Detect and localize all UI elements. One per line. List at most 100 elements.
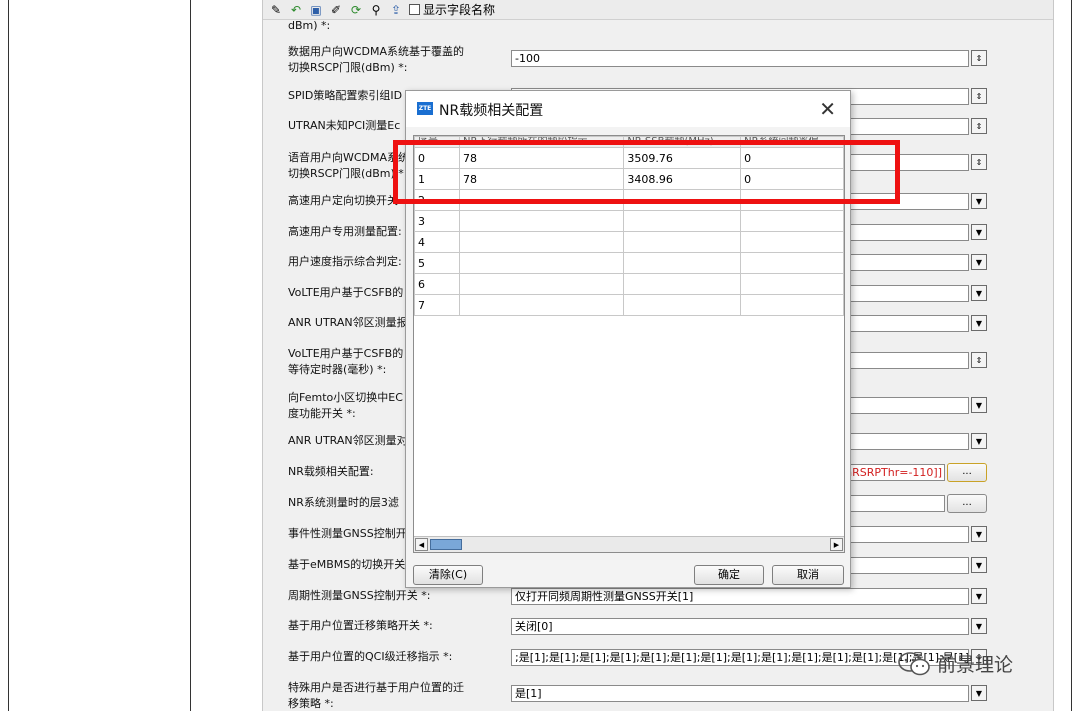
field-label: ANR UTRAN邻区测量对 [288,434,408,447]
cell-ssb-freq[interactable] [623,294,742,316]
wechat-icon [898,651,930,675]
show-field-name-label: 显示字段名称 [423,3,496,17]
export-icon[interactable]: ⇪ [389,3,403,17]
close-icon[interactable]: ✕ [819,97,836,121]
field-label: 基于eMBMS的切换开关 [288,558,406,571]
nr-config-ellipsis-button[interactable]: ... [947,463,987,482]
field-label: dBm) *: [288,19,331,32]
cell-freq-offset[interactable] [740,210,844,232]
field-label-line2: 移策略 *: [288,697,334,710]
table-row[interactable]: 6 [414,273,844,295]
cell-band[interactable] [459,231,625,253]
cell-freq-offset[interactable] [740,252,844,274]
horizontal-scrollbar[interactable]: ◀ ▶ [414,536,844,552]
chevron-down-icon[interactable]: ▼ [971,526,987,542]
watermark-text: 前景理论 [937,654,1014,676]
page-border-right [1071,0,1072,711]
highlight-annotation-box [393,140,900,204]
field-label: 向Femto小区切换中EC [288,391,403,404]
chevron-down-icon[interactable]: ▼ [971,254,987,270]
ok-button[interactable]: 确定 [694,565,764,585]
field-label: VoLTE用户基于CSFB的 [288,347,404,360]
field-label: 基于用户位置的QCI级迁移指示 *: [288,650,453,663]
chevron-down-icon[interactable]: ▼ [971,433,987,449]
spinner-icon[interactable]: ⇕ [971,154,987,170]
toolbar: ✎ ↶ ▣ ✐ ⟳ ⚲ ⇪ 显示字段名称 [263,0,1053,20]
chevron-down-icon[interactable]: ▼ [971,618,987,634]
cell-band[interactable] [459,210,625,232]
cell-freq-offset[interactable] [740,294,844,316]
undo-icon[interactable]: ↶ [289,3,303,17]
field-label: 数据用户向WCDMA系统基于覆盖的 [288,45,465,58]
edit-icon[interactable]: ✎ [269,3,283,17]
table-row[interactable]: 5 [414,252,844,274]
rscp-threshold-input[interactable]: -100 [511,50,969,67]
chevron-down-icon[interactable]: ▼ [971,315,987,331]
table-row[interactable]: 7 [414,294,844,316]
cell-ssb-freq[interactable] [623,273,742,295]
checkbox-box[interactable] [409,4,420,15]
cell-band[interactable] [459,273,625,295]
spinner-icon[interactable]: ⇕ [971,118,987,134]
chevron-down-icon[interactable]: ▼ [971,285,987,301]
field-label-line2: 度功能开关 *: [288,407,356,420]
edit-document-icon[interactable]: ✐ [329,3,343,17]
field-label-line2: 等待定时器(毫秒) *: [288,363,387,376]
field-label: 语音用户向WCDMA系统 [288,151,410,164]
chevron-down-icon[interactable]: ▼ [971,224,987,240]
chevron-down-icon[interactable]: ▼ [971,397,987,413]
spinner-icon[interactable]: ⇕ [971,352,987,368]
scrollbar-thumb[interactable] [430,539,462,550]
page-border-left [8,0,9,711]
field-label: ANR UTRAN邻区测量报 [288,316,408,329]
special-user-select[interactable]: 是[1] [511,685,969,702]
location-migration-select[interactable]: 关闭[0] [511,618,969,635]
field-label: 特殊用户是否进行基于用户位置的迁 [288,681,464,694]
chevron-down-icon[interactable]: ▼ [971,588,987,604]
field-label: SPID策略配置索引组ID [288,89,403,102]
page-column-divider [190,0,191,711]
zte-logo-icon: ZTE [417,102,433,115]
find-icon[interactable]: ⚲ [369,3,383,17]
field-label: 周期性测量GNSS控制开关 *: [288,589,431,602]
scroll-right-icon[interactable]: ▶ [830,538,843,551]
cell-index[interactable]: 5 [414,252,461,274]
cell-index[interactable]: 3 [414,210,461,232]
field-label: 基于用户位置迁移策略开关 *: [288,619,433,632]
chevron-down-icon[interactable]: ▼ [971,685,987,701]
cell-index[interactable]: 6 [414,273,461,295]
field-label-line2: 切换RSCP门限(dBm) * [288,167,404,180]
chevron-down-icon[interactable]: ▼ [971,557,987,573]
show-field-name-checkbox[interactable]: 显示字段名称 [409,1,495,18]
cell-ssb-freq[interactable] [623,210,742,232]
table-row[interactable]: 3 [414,210,844,232]
cell-band[interactable] [459,294,625,316]
refresh-icon[interactable]: ⟳ [349,3,363,17]
table-row[interactable]: 4 [414,231,844,253]
cell-index[interactable]: 7 [414,294,461,316]
field-label: 用户速度指示综合判定: [288,255,402,268]
cell-freq-offset[interactable] [740,273,844,295]
spinner-icon[interactable]: ⇕ [971,88,987,104]
nr-filter-ellipsis-button[interactable]: ... [947,494,987,513]
chevron-down-icon[interactable]: ▼ [971,193,987,209]
spinner-icon[interactable]: ⇕ [971,50,987,66]
cell-ssb-freq[interactable] [623,231,742,253]
gnss-periodic-select[interactable]: 仅打开同频周期性测量GNSS开关[1] [511,588,969,605]
field-label: NR系统测量时的层3滤 [288,496,399,509]
field-label: UTRAN未知PCI测量Ec [288,119,401,132]
cell-band[interactable] [459,252,625,274]
save-icon[interactable]: ▣ [309,3,323,17]
cancel-button[interactable]: 取消 [772,565,844,585]
dialog-titlebar: ZTE NR载频相关配置 ✕ [406,91,850,127]
clear-button[interactable]: 清除(C) [413,565,483,585]
watermark: 前景理论 [897,650,1013,677]
scroll-left-icon[interactable]: ◀ [415,538,428,551]
cell-freq-offset[interactable] [740,231,844,253]
field-label: 高速用户定向切换开关 [288,194,398,207]
field-label: 事件性测量GNSS控制开 [288,527,407,540]
field-label: VoLTE用户基于CSFB的 [288,286,404,299]
field-label: NR载频相关配置: [288,465,374,478]
cell-index[interactable]: 4 [414,231,461,253]
cell-ssb-freq[interactable] [623,252,742,274]
